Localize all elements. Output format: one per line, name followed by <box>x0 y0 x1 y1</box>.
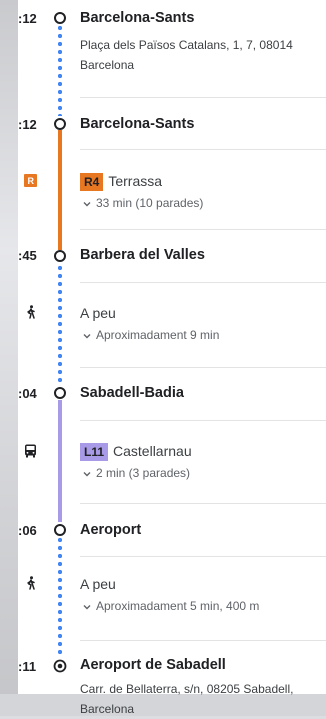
divider <box>80 149 326 150</box>
walk-dots-2 <box>58 536 62 656</box>
train-line-r4 <box>58 130 62 250</box>
chevron-down-icon <box>82 196 92 210</box>
walk-dots-1 <box>58 264 62 386</box>
stop-time: :45 <box>18 248 37 263</box>
segment-detail: 33 min (10 parades) <box>96 196 204 210</box>
bus-icon <box>24 444 37 463</box>
walk-icon <box>25 305 37 324</box>
stop-marker <box>54 387 66 399</box>
stop-address: Plaça dels Països Catalans, 1, 7, 08014 <box>80 38 293 52</box>
stop-name[interactable]: Aeroport de Sabadell <box>80 657 226 673</box>
chevron-down-icon <box>82 328 92 342</box>
segment-detail: Aproximadament 5 min, 400 m <box>96 599 260 613</box>
directions-panel <box>18 0 326 694</box>
stop-name[interactable]: Aeroport <box>80 522 141 538</box>
divider <box>80 556 326 557</box>
stop-marker <box>54 524 66 536</box>
bus-line-l11 <box>58 400 62 522</box>
background-left <box>0 0 18 716</box>
stop-time: :12 <box>18 11 37 26</box>
stop-time: :11 <box>18 659 37 674</box>
divider <box>80 420 326 421</box>
chevron-down-icon <box>82 599 92 613</box>
walk-label: A peu <box>80 576 116 592</box>
segment-details-toggle[interactable]: Aproximadament 9 min <box>82 328 219 342</box>
stop-name[interactable]: Barcelona-Sants <box>80 10 194 26</box>
walk-label: A peu <box>80 305 116 321</box>
transit-line-row[interactable]: L11 Castellarnau <box>80 443 192 461</box>
line-badge: L11 <box>80 443 109 461</box>
segment-detail: Aproximadament 9 min <box>96 328 220 342</box>
stop-address: Carr. de Bellaterra, s/n, 08205 Sabadell… <box>80 682 294 696</box>
segment-details-toggle[interactable]: Aproximadament 5 min, 400 m <box>82 599 259 613</box>
stop-marker <box>54 250 66 262</box>
stop-time: :06 <box>18 523 37 538</box>
divider <box>80 503 326 504</box>
destination-marker-icon <box>53 659 67 678</box>
divider <box>80 229 326 230</box>
stop-time: :12 <box>18 117 37 132</box>
stop-city: Barcelona <box>80 58 135 72</box>
walk-icon <box>25 576 37 595</box>
stop-name[interactable]: Barbera del Valles <box>80 247 205 263</box>
stop-marker <box>54 12 66 24</box>
stop-name[interactable]: Sabadell-Badia <box>80 385 184 401</box>
walk-dots-start <box>58 24 62 116</box>
segment-details-toggle[interactable]: 33 min (10 parades) <box>82 196 203 210</box>
divider <box>80 640 326 641</box>
segment-details-toggle[interactable]: 2 min (3 parades) <box>82 466 190 480</box>
divider <box>80 282 326 283</box>
line-headsign: Terrassa <box>108 173 163 189</box>
rail-icon: R <box>24 174 37 192</box>
stop-marker <box>54 118 66 130</box>
transit-line-row[interactable]: R4 Terrassa <box>80 173 162 191</box>
chevron-down-icon <box>82 466 92 480</box>
divider <box>80 367 326 368</box>
divider <box>80 97 326 98</box>
line-headsign: Castellarnau <box>113 443 192 459</box>
stop-name[interactable]: Barcelona-Sants <box>80 116 194 132</box>
stop-time: :04 <box>18 386 37 401</box>
svg-text:R: R <box>28 176 35 186</box>
line-badge: R4 <box>80 173 104 191</box>
stop-city: Barcelona <box>80 702 135 716</box>
segment-detail: 2 min (3 parades) <box>96 466 191 480</box>
